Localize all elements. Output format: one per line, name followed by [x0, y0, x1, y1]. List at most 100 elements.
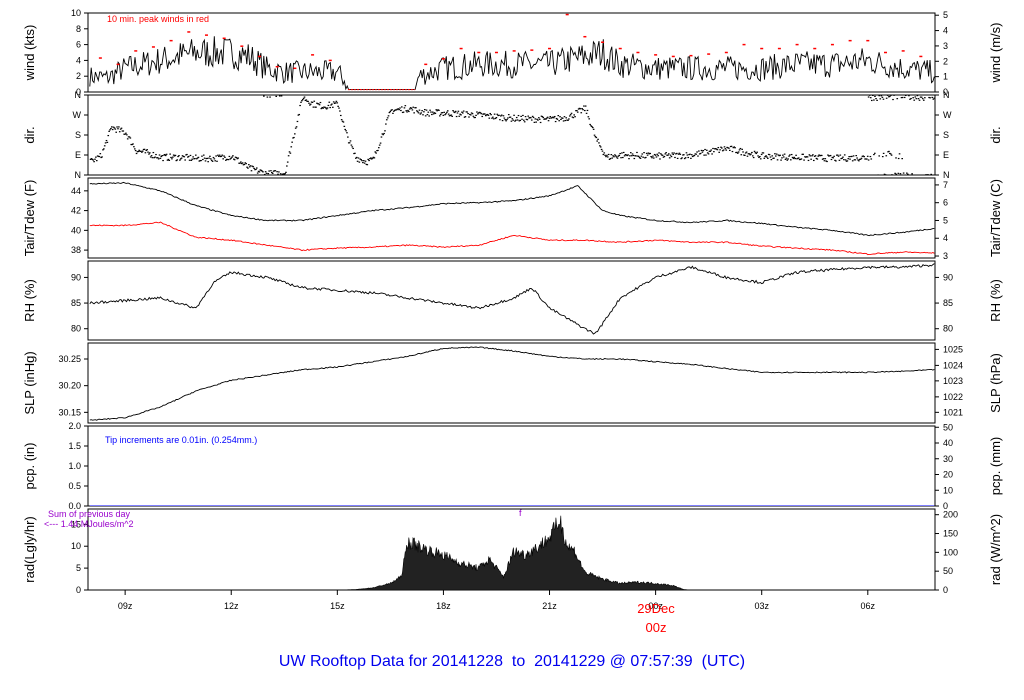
- series-wind-direction-point: [603, 152, 606, 154]
- series-wind-direction-point: [427, 111, 430, 113]
- series-wind-direction-point: [171, 158, 173, 160]
- series-wind-direction-point: [443, 111, 446, 113]
- series-wind-direction-point: [780, 159, 782, 161]
- date-marker-hour: 00z: [646, 620, 667, 635]
- series-wind-direction-point: [724, 148, 727, 150]
- series-wind-direction-point: [332, 106, 334, 108]
- series-wind-direction-point: [803, 159, 805, 161]
- series-wind-direction-point: [854, 159, 857, 161]
- series-wind-direction-point: [438, 109, 440, 111]
- series-wind-direction-point: [141, 151, 143, 153]
- x-tick-label: 18z: [436, 601, 451, 611]
- series-wind-direction-point: [487, 114, 490, 116]
- series-wind-direction-point: [757, 155, 759, 157]
- series-wind-direction-point: [717, 146, 720, 149]
- panel-temp: 38 40 42 44 3 4 5 6 7 Tair/Tdew (F) Tair/Tdew (C): [22, 177, 1003, 261]
- series-wind-direction-point: [237, 157, 240, 159]
- series-wind-direction-point: [383, 132, 385, 135]
- series-wind-direction-point: [885, 155, 888, 157]
- series-wind-direction-point: [352, 147, 354, 150]
- series-wind-direction-point: [605, 156, 607, 158]
- series-late-n-cluster-point: [906, 172, 908, 174]
- series-wind-direction-point: [431, 113, 433, 116]
- series-wind-direction-point: [807, 159, 810, 162]
- series-wind-direction-point: [651, 157, 653, 159]
- series-wind-direction-point: [188, 159, 191, 161]
- series-late-n-cluster-point: [897, 172, 900, 174]
- series-tair-line: [89, 181, 935, 237]
- series-wind-direction-point: [216, 160, 218, 162]
- series-wind-direction-point: [576, 111, 579, 113]
- series-late-n-cluster-point: [908, 95, 910, 97]
- series-wind-direction-point: [771, 155, 774, 157]
- series-late-n-cluster-point: [920, 96, 923, 98]
- series-wind-direction-point: [201, 155, 203, 157]
- y-right-tick-label: 20: [943, 470, 953, 480]
- series-wind-direction-point: [258, 171, 261, 173]
- series-wind-direction-point: [740, 154, 743, 156]
- series-wind-direction-point: [670, 155, 673, 158]
- series-wind-direction-point: [133, 146, 135, 148]
- series-wind-direction-point: [430, 111, 432, 113]
- series-late-n-cluster-point: [870, 99, 873, 102]
- series-wind-direction-point: [838, 159, 841, 161]
- y-tick-label: S: [75, 130, 81, 140]
- series-wind-direction-point: [218, 154, 221, 156]
- y-right-tick-label: E: [943, 150, 949, 160]
- series-wind-direction-point: [103, 145, 106, 147]
- series-wind-direction-point: [442, 114, 445, 116]
- series-wind-direction-point: [599, 146, 602, 148]
- x-tick-label: 15z: [330, 601, 345, 611]
- series-wind-direction-point: [137, 150, 140, 153]
- series-wind-direction-point: [385, 123, 387, 125]
- series-wind-direction-point: [367, 158, 369, 161]
- series-wind-direction-point: [400, 109, 402, 112]
- series-wind-direction-point: [597, 138, 599, 140]
- series-wind-direction-point: [252, 166, 255, 168]
- series-wind-direction-point: [614, 155, 617, 157]
- series-wind-direction-point: [162, 159, 164, 162]
- y-right-tick-label: 1: [943, 72, 948, 82]
- series-wind-direction-point: [326, 107, 329, 109]
- series-wind-direction-point: [472, 115, 475, 117]
- series-wind-direction-point: [301, 100, 303, 102]
- series-wind-direction-point: [122, 130, 125, 132]
- series-wind-direction-point: [150, 155, 153, 157]
- series-wind-direction-point: [790, 153, 793, 156]
- panel-slp: 30.15 30.20 30.25 1021 1022 1023 1024 1025 SLP (…: [22, 342, 1003, 424]
- series-wind-direction-point: [693, 154, 696, 157]
- y-tick-label: N: [75, 90, 82, 100]
- series-wind-direction-point: [318, 104, 321, 106]
- series-wind-direction-point: [294, 127, 297, 129]
- series-late-n-cluster-point: [892, 98, 894, 101]
- series-wind-direction-point: [703, 154, 705, 156]
- y-right-tick-label: 40: [943, 438, 953, 448]
- panel-rh: 80 85 90 80 85 90 RH (%) RH (%): [22, 260, 1003, 341]
- series-wind-direction-point: [843, 154, 846, 156]
- series-wind-direction-point: [180, 157, 183, 159]
- series-wind-direction-point: [746, 155, 749, 157]
- series-wind-direction-point: [114, 128, 117, 130]
- chart-title: UW Rooftop Data for 20141228 to 20141229…: [279, 653, 745, 670]
- series-wind-direction-point: [471, 113, 474, 115]
- series-wind-direction-point: [451, 115, 453, 117]
- y-axis-label: dir.: [22, 126, 37, 143]
- series-wind-direction-point: [431, 111, 434, 113]
- series-wind-direction-point: [170, 156, 172, 159]
- series-wind-direction-point: [149, 152, 151, 154]
- series-wind-direction-point: [706, 149, 708, 151]
- series-wind-direction-point: [723, 146, 726, 148]
- series-wind-direction-point: [426, 113, 429, 116]
- series-wind-direction-point: [385, 119, 388, 121]
- series-wind-direction-point: [768, 154, 771, 156]
- y-axis-label: pcp. (in): [22, 443, 37, 490]
- series-wind-direction-point: [565, 117, 568, 119]
- series-wind-direction-point: [515, 116, 518, 119]
- series-wind-direction-point: [302, 97, 305, 100]
- series-wind-direction-point: [721, 147, 723, 149]
- series-wind-direction-point: [759, 155, 761, 158]
- series-wind-direction-point: [591, 126, 594, 129]
- series-wind-direction-point: [843, 159, 845, 161]
- series-wind-direction-point: [632, 154, 635, 157]
- series-wind-direction-point: [210, 158, 212, 160]
